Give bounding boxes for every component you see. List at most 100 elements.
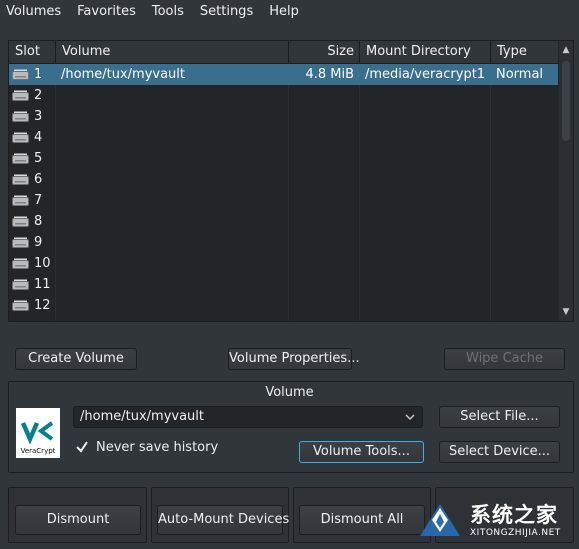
checkmark-icon[interactable]	[74, 439, 90, 455]
menu-volumes[interactable]: Volumes	[0, 0, 69, 24]
table-row[interactable]: 3	[9, 106, 558, 127]
cell-mount-directory	[365, 253, 489, 274]
cell-volume	[61, 295, 285, 316]
wipe-cache-button[interactable]: Wipe Cache	[444, 348, 565, 370]
cell-size	[288, 148, 354, 169]
scroll-down-arrow-icon[interactable]: ▼	[561, 306, 571, 318]
cell-volume	[61, 232, 285, 253]
table-row[interactable]: 6	[9, 169, 558, 190]
drive-icon	[12, 195, 29, 206]
cell-slot: 4	[34, 130, 43, 145]
cell-size	[288, 169, 354, 190]
cell-volume	[61, 211, 285, 232]
volume-tools-button[interactable]: Volume Tools...	[299, 441, 424, 463]
table-row[interactable]: 1/home/tux/myvault 4.8 MiB/media/veracryp…	[9, 64, 558, 85]
vertical-scrollbar[interactable]: ▲ ▼	[559, 41, 573, 321]
table-body: 1/home/tux/myvault 4.8 MiB/media/veracryp…	[9, 64, 558, 321]
cell-slot: 10	[34, 256, 51, 271]
cell-type	[496, 274, 556, 295]
drive-icon	[12, 258, 29, 269]
column-header-mount-directory[interactable]: Mount Directory	[359, 41, 490, 63]
cell-volume	[61, 127, 285, 148]
cell-slot: 2	[34, 88, 43, 103]
volume-path-combobox[interactable]: /home/tux/myvault	[73, 406, 423, 428]
table-row[interactable]: 8	[9, 211, 558, 232]
cell-type	[496, 295, 556, 316]
cell-slot: 6	[34, 172, 43, 187]
scroll-up-arrow-icon[interactable]: ▲	[561, 44, 571, 56]
cell-type: Normal	[496, 67, 544, 82]
cell-mount-directory	[365, 127, 489, 148]
volume-properties-button[interactable]: Volume Properties...	[228, 348, 360, 370]
watermark-title: 系统之家	[470, 503, 558, 527]
cell-size	[288, 85, 354, 106]
drive-icon	[12, 90, 29, 101]
table-row[interactable]: 11	[9, 274, 558, 295]
cell-volume	[61, 190, 285, 211]
cell-size	[288, 274, 354, 295]
cell-mount-directory	[365, 85, 489, 106]
cell-mount-directory	[365, 211, 489, 232]
select-file-button[interactable]: Select File...	[439, 406, 560, 428]
menu-favorites[interactable]: Favorites	[69, 0, 144, 24]
veracrypt-logo: VeraCrypt	[16, 408, 60, 458]
cell-slot: 11	[34, 277, 51, 292]
table-row[interactable]: 5	[9, 148, 558, 169]
cell-volume: /home/tux/myvault	[61, 67, 185, 82]
auto-mount-devices-button[interactable]: Auto-Mount Devices	[157, 505, 289, 535]
volume-path-value: /home/tux/myvault	[80, 409, 204, 424]
drive-icon	[12, 174, 29, 185]
column-header-size[interactable]: Size	[288, 41, 354, 63]
cell-size	[288, 295, 354, 316]
cell-slot: 3	[34, 109, 43, 124]
watermark-url: XITONGZHIJIA.NET	[470, 528, 561, 538]
volume-slot-table[interactable]: Slot Volume Size Mount Directory Type 1/…	[8, 40, 574, 322]
table-row[interactable]: 2	[9, 85, 558, 106]
cell-slot: 5	[34, 151, 43, 166]
column-header-volume[interactable]: Volume	[55, 41, 285, 63]
table-row[interactable]: 7	[9, 190, 558, 211]
cell-slot: 1	[34, 67, 43, 82]
cell-mount-directory	[365, 295, 489, 316]
table-row[interactable]: 10	[9, 253, 558, 274]
cell-size	[288, 253, 354, 274]
menu-tools[interactable]: Tools	[144, 0, 192, 24]
column-header-slot[interactable]: Slot	[15, 41, 55, 63]
cell-size: 4.8 MiB	[305, 67, 354, 82]
drive-icon	[12, 279, 29, 290]
table-row[interactable]: 4	[9, 127, 558, 148]
cell-size	[288, 190, 354, 211]
cell-type	[496, 169, 556, 190]
cell-mount-directory: /media/veracrypt1	[365, 67, 486, 82]
menu-help[interactable]: Help	[261, 0, 307, 24]
dismount-all-button[interactable]: Dismount All	[299, 505, 425, 535]
drive-icon	[12, 153, 29, 164]
never-save-history-label: Never save history	[96, 440, 219, 455]
cell-type	[496, 190, 556, 211]
cell-size	[288, 232, 354, 253]
cell-type	[496, 106, 556, 127]
column-header-type[interactable]: Type	[490, 41, 558, 63]
cell-type	[496, 148, 556, 169]
cell-type	[496, 253, 556, 274]
chevron-down-icon[interactable]	[404, 410, 416, 424]
veracrypt-logo-icon: VeraCrypt	[16, 408, 60, 458]
create-volume-button[interactable]: Create Volume	[15, 348, 137, 370]
cell-volume	[61, 274, 285, 295]
cell-mount-directory	[365, 190, 489, 211]
cell-type	[496, 232, 556, 253]
cell-type	[496, 211, 556, 232]
table-row[interactable]: 12	[9, 295, 558, 316]
cell-mount-directory	[365, 148, 489, 169]
scrollbar-thumb[interactable]	[562, 61, 570, 141]
menu-settings[interactable]: Settings	[192, 0, 261, 24]
cell-volume	[61, 106, 285, 127]
select-device-button[interactable]: Select Device...	[439, 441, 560, 463]
cell-volume	[61, 85, 285, 106]
table-row[interactable]: 9	[9, 232, 558, 253]
drive-icon	[12, 216, 29, 227]
cell-mount-directory	[365, 106, 489, 127]
cell-mount-directory	[365, 169, 489, 190]
dismount-button[interactable]: Dismount	[15, 505, 141, 535]
cell-mount-directory	[365, 232, 489, 253]
